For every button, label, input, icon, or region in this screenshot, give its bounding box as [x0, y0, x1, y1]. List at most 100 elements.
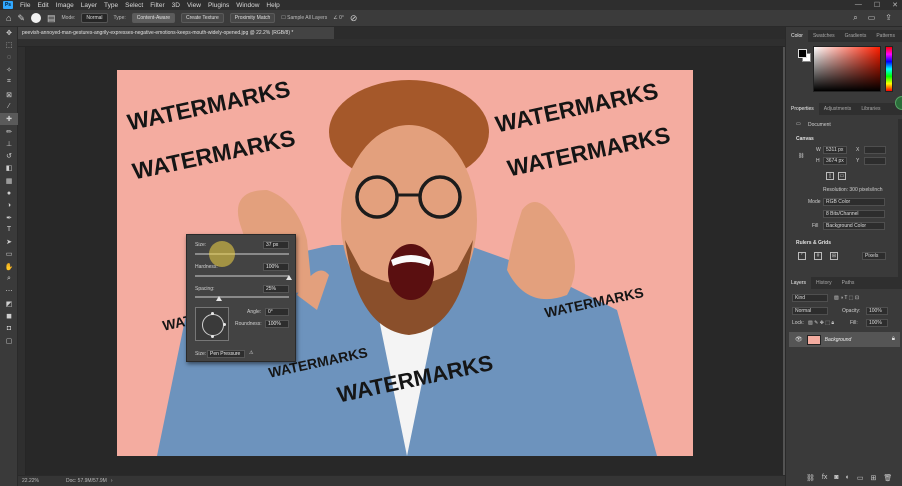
adjustment-layer-icon[interactable]: ◐ [846, 474, 850, 482]
tab-gradients[interactable]: Gradients [840, 30, 872, 42]
angle-field[interactable]: 0° [265, 308, 289, 316]
menu-file[interactable]: File [20, 2, 30, 9]
landscape-orientation-icon[interactable]: ▭ [838, 172, 846, 180]
guides-icon[interactable]: ⊞ [830, 252, 838, 260]
quick-select-tool-icon[interactable]: ✧ [0, 64, 18, 76]
search-icon[interactable]: ⌕ [853, 13, 857, 23]
layer-filter-icons[interactable]: ▨ ◑ T ⬚ ⊡ [834, 295, 859, 301]
menu-select[interactable]: Select [125, 2, 143, 9]
screen-mode-icon[interactable]: ▢ [0, 334, 18, 346]
mode-select[interactable]: Normal [81, 13, 108, 23]
brush-settings-icon[interactable]: ▤ [47, 13, 56, 24]
add-mask-icon[interactable]: ◙ [834, 474, 838, 482]
tab-paths[interactable]: Paths [837, 277, 860, 289]
spacing-slider-knob[interactable] [215, 296, 222, 301]
menu-edit[interactable]: Edit [37, 2, 48, 9]
brush-tip-preview[interactable] [195, 307, 229, 341]
lock-icons[interactable]: ▨ ✎ ✥ ⬚ 🔒︎ [808, 320, 834, 326]
portrait-orientation-icon[interactable]: ▯ [826, 172, 834, 180]
path-select-tool-icon[interactable]: ➤ [0, 236, 18, 248]
tab-swatches[interactable]: Swatches [808, 30, 840, 42]
tab-document[interactable]: peevish-annoyed-man-gestures-angrily-exp… [18, 27, 334, 39]
hardness-field[interactable]: 100% [263, 263, 289, 271]
new-group-icon[interactable]: ▭ [857, 474, 864, 482]
size-field[interactable]: 37 px [263, 241, 289, 249]
tab-history[interactable]: History [811, 277, 837, 289]
menu-type[interactable]: Type [104, 2, 118, 9]
tab-properties[interactable]: Properties [786, 103, 819, 115]
menu-help[interactable]: Help [266, 2, 279, 9]
content-aware-button[interactable]: Content-Aware [131, 13, 176, 23]
brush-preset-picker[interactable] [30, 13, 41, 23]
close-button[interactable]: ✕ [892, 1, 898, 9]
rectangle-tool-icon[interactable]: ▭ [0, 248, 18, 260]
marquee-tool-icon[interactable]: ⬚ [0, 39, 18, 51]
tab-color[interactable]: Color [786, 30, 808, 42]
workspace-icon[interactable]: ▭ [868, 13, 876, 23]
create-texture-button[interactable]: Create Texture [181, 13, 224, 23]
menu-window[interactable]: Window [236, 2, 259, 9]
layer-lock-icon[interactable]: 🔒︎ [892, 336, 895, 343]
x-field[interactable] [864, 146, 886, 154]
type-tool-icon[interactable]: T [0, 224, 18, 236]
menu-image[interactable]: Image [56, 2, 74, 9]
eyedropper-tool-icon[interactable]: ⁄ [0, 101, 18, 113]
brush-settings-panel[interactable]: Size: 37 px Hardness: 100% Spacing: 25% … [186, 234, 296, 362]
menu-layer[interactable]: Layer [81, 2, 97, 9]
hardness-slider[interactable] [195, 275, 289, 277]
tab-layers[interactable]: Layers [786, 277, 812, 289]
ruler-icon[interactable]: ⌜ [798, 252, 806, 260]
crop-tool-icon[interactable]: ⌗ [0, 76, 18, 88]
menu-plugins[interactable]: Plugins [208, 2, 229, 9]
foreground-color-swatch[interactable] [798, 49, 807, 58]
pen-tool-icon[interactable]: ✒ [0, 211, 18, 223]
menu-filter[interactable]: Filter [150, 2, 164, 9]
delete-layer-icon[interactable]: 🗑︎ [883, 474, 892, 482]
pen-pressure-select[interactable]: Pen Pressure [207, 350, 245, 358]
y-field[interactable] [864, 157, 886, 165]
move-tool-icon[interactable]: ✥ [0, 27, 18, 39]
color-mode-select[interactable]: RGB Color [823, 198, 885, 206]
blur-tool-icon[interactable]: ● [0, 187, 18, 199]
blend-mode-select[interactable]: Normal [792, 307, 828, 315]
angle-field[interactable]: ∠ 0° [333, 15, 344, 21]
tab-patterns[interactable]: Patterns [871, 30, 900, 42]
quick-mask-icon[interactable]: ◘ [0, 322, 18, 334]
tab-libraries[interactable]: Libraries [856, 103, 885, 115]
link-layers-icon[interactable]: ⛓ [806, 474, 815, 482]
history-brush-tool-icon[interactable]: ↺ [0, 150, 18, 162]
pressure-size-icon[interactable]: ⊘ [350, 13, 358, 24]
brush-tool-icon[interactable]: ✏ [0, 125, 18, 137]
healing-brush-tool-icon[interactable]: ✚ [0, 113, 18, 126]
status-arrow-icon[interactable]: › [111, 478, 113, 484]
roundness-handle[interactable] [211, 312, 214, 315]
clone-stamp-tool-icon[interactable]: ⊥ [0, 138, 18, 150]
layer-name[interactable]: Background [825, 337, 852, 343]
proximity-match-button[interactable]: Proximity Match [229, 13, 276, 23]
share-icon[interactable]: ⇪ [885, 13, 892, 23]
layer-filter-kind[interactable]: Kind [792, 294, 828, 302]
default-colors-icon[interactable]: ◩ [0, 298, 18, 310]
roundness-field[interactable]: 100% [265, 320, 289, 328]
fill-percent-field[interactable]: 100% [866, 319, 888, 327]
spacing-field[interactable]: 25% [263, 285, 289, 293]
more-tools-icon[interactable]: ⋯ [0, 285, 18, 297]
visibility-eye-icon[interactable]: 👁︎ [795, 336, 803, 343]
opacity-field[interactable]: 100% [866, 307, 888, 315]
grid-icon[interactable]: # [814, 252, 822, 260]
hardness-slider-knob[interactable] [286, 275, 292, 280]
height-field[interactable]: 3674 px [823, 157, 847, 165]
hue-slider[interactable] [885, 46, 893, 92]
layer-row-background[interactable]: 👁︎ Background 🔒︎ [789, 332, 900, 347]
foreground-background-icon[interactable]: ◼ [0, 310, 18, 322]
frame-tool-icon[interactable]: ⊠ [0, 88, 18, 100]
hand-tool-icon[interactable]: ✋ [0, 261, 18, 273]
maximize-button[interactable]: ☐ [874, 1, 880, 9]
angle-handle[interactable] [223, 323, 226, 326]
zoom-level[interactable]: 22.22% [22, 478, 52, 484]
units-select[interactable]: Pixels [862, 252, 886, 260]
fill-select[interactable]: Background Color [823, 222, 885, 230]
color-picker-field[interactable] [813, 46, 881, 92]
sample-all-layers-checkbox[interactable]: ☐ Sample All Layers [281, 15, 327, 21]
minimize-button[interactable]: — [855, 1, 862, 9]
